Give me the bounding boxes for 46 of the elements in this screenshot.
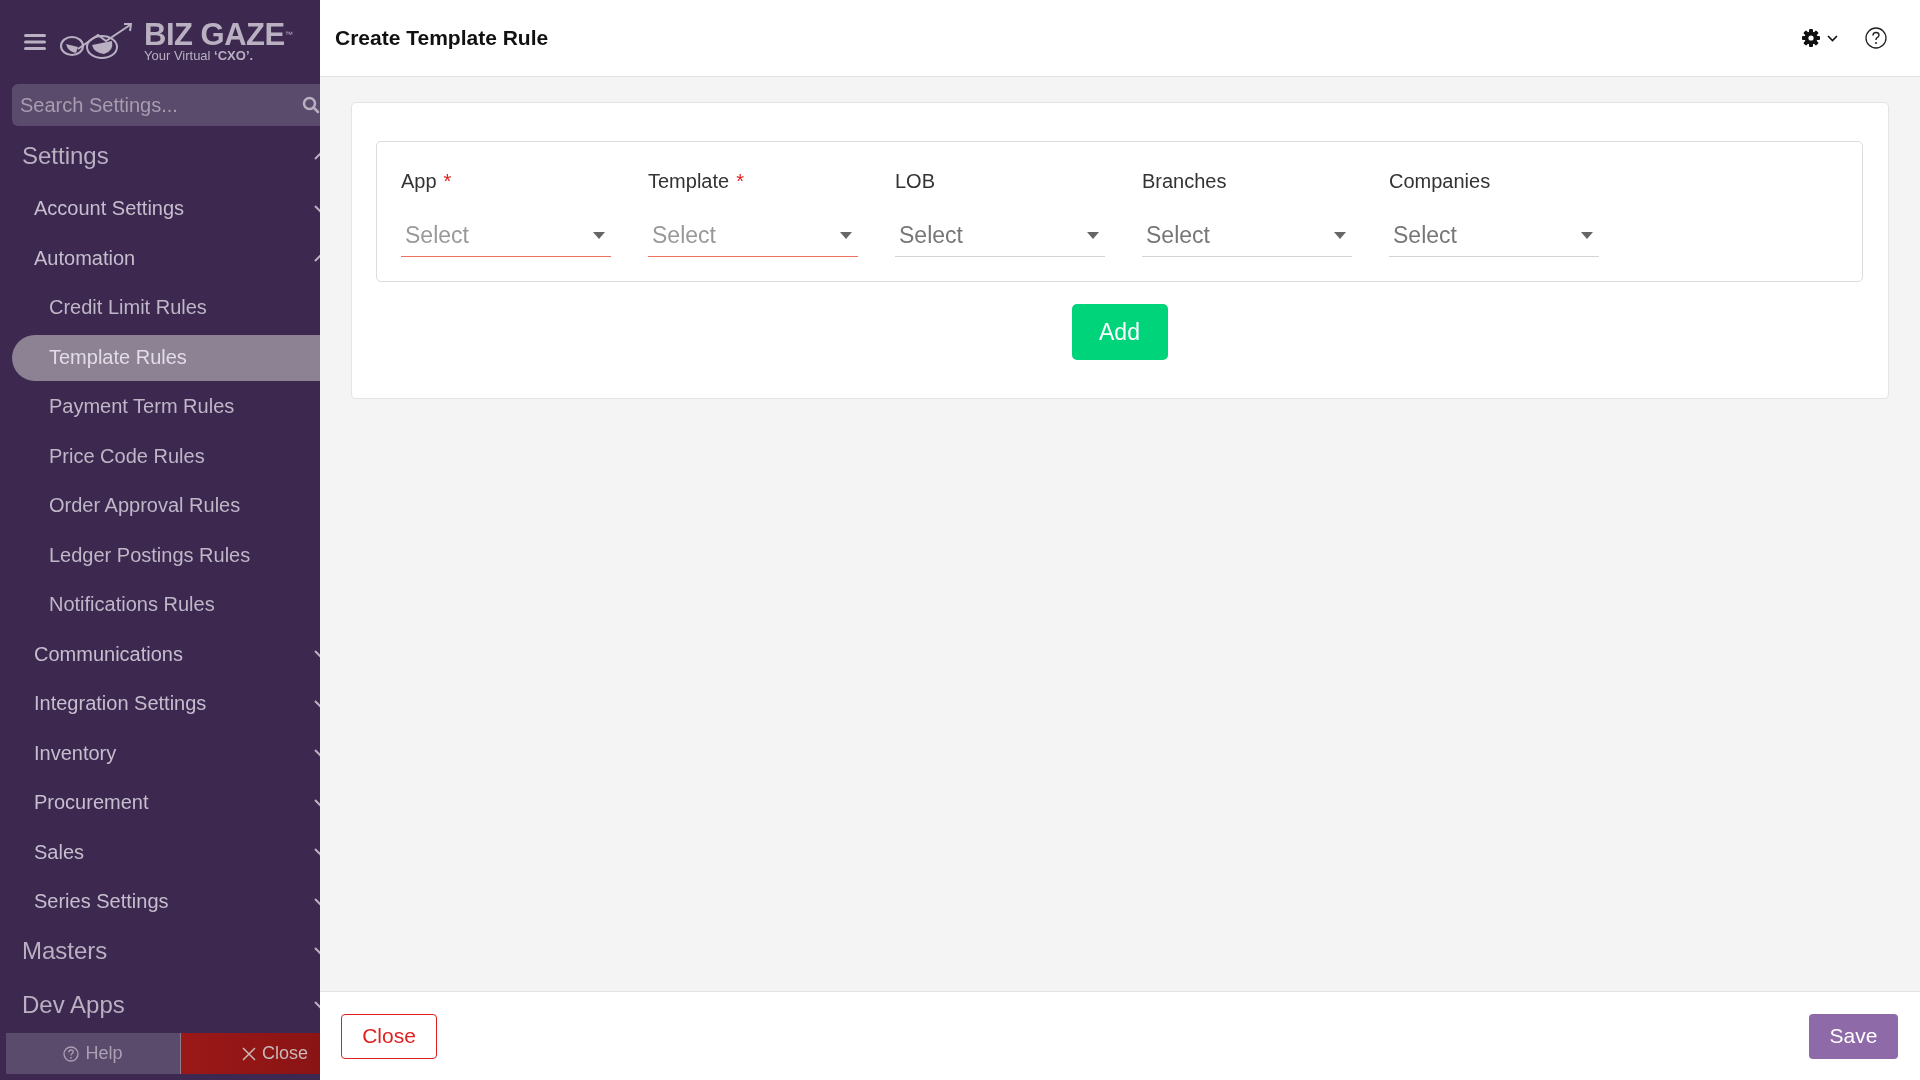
- sidebar-item[interactable]: Inventory: [0, 728, 320, 778]
- close-button[interactable]: Close: [181, 1033, 320, 1074]
- settings-dropdown[interactable]: [1801, 28, 1838, 48]
- close-icon: [241, 1046, 256, 1061]
- logo-tagline: Your Virtual ‘CXO’.: [144, 49, 255, 63]
- save-button[interactable]: Save: [1809, 1013, 1898, 1059]
- sidebar-item[interactable]: Payment Term Rules: [12, 382, 320, 432]
- settings-icon: [1801, 28, 1821, 48]
- sidebar-item[interactable]: Series Settings: [0, 877, 320, 927]
- menu-icon[interactable]: [24, 33, 46, 51]
- help-icon[interactable]: [1864, 26, 1888, 50]
- required-mark: *: [736, 170, 744, 192]
- field-label: Template *: [648, 170, 745, 194]
- field-label: Companies: [1389, 170, 1492, 194]
- sidebar-item[interactable]: Ledger Postings Rules: [12, 530, 320, 580]
- field-label: App *: [401, 170, 453, 194]
- select-field[interactable]: Select: [1142, 214, 1352, 257]
- sidebar-section[interactable]: Masters: [0, 926, 320, 975]
- close-button[interactable]: Close: [341, 1013, 437, 1059]
- search-field[interactable]: Search Settings...: [12, 84, 320, 126]
- field-label: LOB: [895, 170, 937, 194]
- caret-icon: [1581, 231, 1593, 239]
- sidebar-item[interactable]: Notifications Rules: [12, 580, 320, 630]
- sidebar-item[interactable]: Integration Settings: [0, 679, 320, 729]
- sidebar-item[interactable]: Account Settings: [0, 184, 320, 234]
- sidebar-section[interactable]: Settings: [0, 132, 320, 180]
- sidebar-item[interactable]: Sales: [0, 827, 320, 877]
- sidebar-item[interactable]: Automation: [0, 233, 320, 283]
- select-field[interactable]: Select: [895, 214, 1105, 257]
- caret-icon: [840, 231, 852, 239]
- help-icon: [63, 1045, 80, 1062]
- sidebar-item[interactable]: Credit Limit Rules: [12, 283, 320, 333]
- caret-icon: [1334, 231, 1346, 239]
- sidebar-item[interactable]: Order Approval Rules: [12, 481, 320, 531]
- logo-name: BIZ GAZE$^{™}$: [144, 21, 293, 49]
- caret-icon: [593, 231, 605, 239]
- required-mark: *: [443, 170, 452, 192]
- sidebar-section[interactable]: Dev Apps: [0, 988, 320, 1021]
- caret-icon: [1087, 231, 1099, 239]
- search-icon: [302, 96, 320, 114]
- page-title: Create Template Rule: [335, 26, 549, 50]
- sidebar-item[interactable]: Price Code Rules: [12, 431, 320, 481]
- sidebar-item[interactable]: Procurement: [0, 778, 320, 828]
- sidebar-item[interactable]: Communications: [0, 629, 320, 679]
- field-label: Branches: [1142, 170, 1228, 194]
- select-field[interactable]: Select: [1389, 214, 1599, 257]
